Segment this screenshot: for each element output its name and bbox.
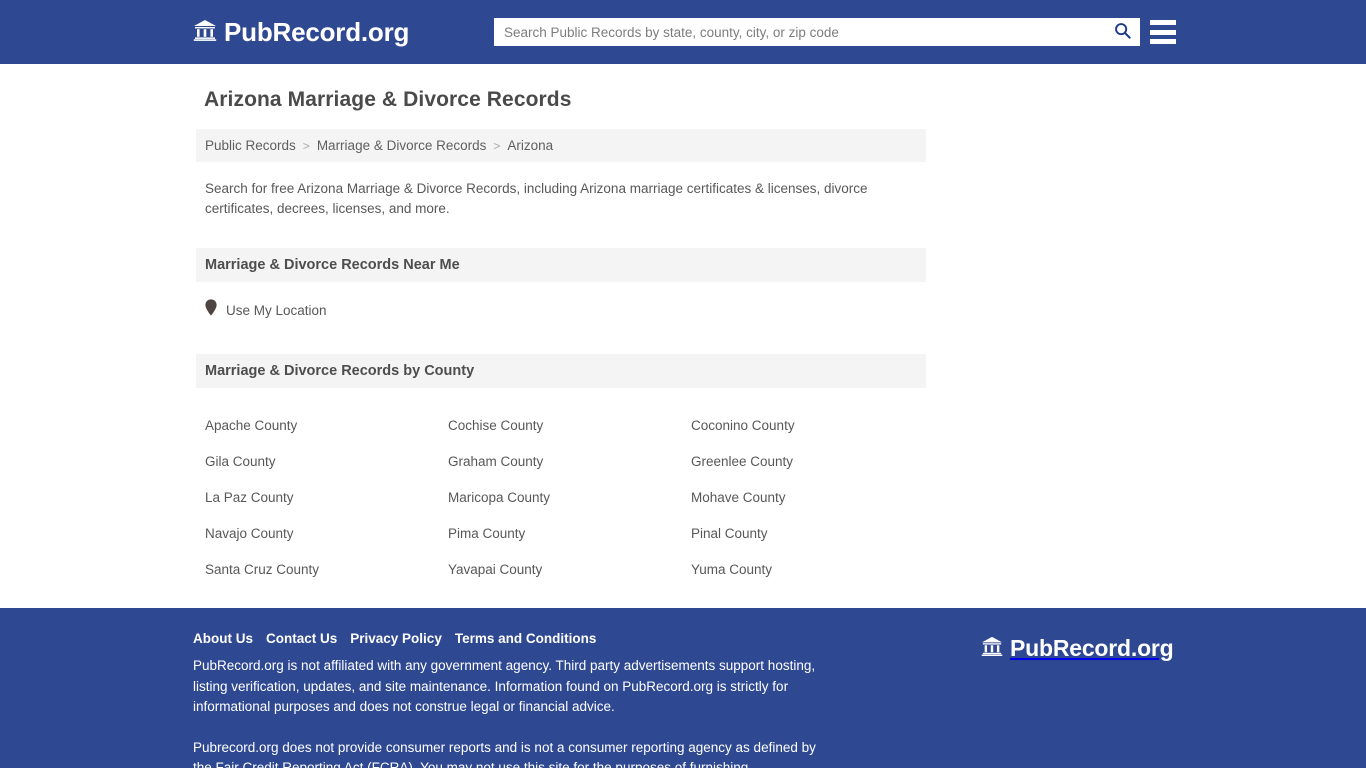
page-title: Arizona Marriage & Divorce Records bbox=[204, 88, 572, 111]
breadcrumb-item-marriage-divorce-records[interactable]: Marriage & Divorce Records bbox=[317, 138, 487, 153]
site-logo[interactable]: PubRecord.org bbox=[193, 18, 409, 47]
footer-link-about-us[interactable]: About Us bbox=[193, 631, 253, 646]
footer-links: About Us Contact Us Privacy Policy Terms… bbox=[193, 631, 843, 646]
breadcrumb-separator: > bbox=[493, 138, 501, 153]
breadcrumb: Public Records > Marriage & Divorce Reco… bbox=[196, 129, 926, 162]
county-link-coconino[interactable]: Coconino County bbox=[691, 408, 934, 444]
footer-content: About Us Contact Us Privacy Policy Terms… bbox=[193, 608, 843, 768]
site-logo-text: PubRecord.org bbox=[224, 17, 410, 47]
menu-bar-3 bbox=[1150, 39, 1176, 44]
county-link-pima[interactable]: Pima County bbox=[448, 516, 691, 552]
search-bar bbox=[494, 18, 1140, 46]
county-link-graham[interactable]: Graham County bbox=[448, 444, 691, 480]
map-pin-icon bbox=[205, 299, 217, 321]
county-link-greenlee[interactable]: Greenlee County bbox=[691, 444, 934, 480]
by-county-heading: Marriage & Divorce Records by County bbox=[205, 363, 475, 379]
by-county-panel: Marriage & Divorce Records by County Apa… bbox=[196, 354, 926, 588]
near-me-panel-header: Marriage & Divorce Records Near Me bbox=[196, 248, 926, 282]
use-my-location-label: Use My Location bbox=[226, 302, 327, 318]
breadcrumb-item-arizona[interactable]: Arizona bbox=[507, 138, 553, 153]
county-link-pinal[interactable]: Pinal County bbox=[691, 516, 934, 552]
county-link-apache[interactable]: Apache County bbox=[205, 408, 448, 444]
county-link-cochise[interactable]: Cochise County bbox=[448, 408, 691, 444]
bank-building-icon bbox=[193, 18, 217, 47]
county-link-yuma[interactable]: Yuma County bbox=[691, 552, 934, 588]
bank-building-icon bbox=[981, 635, 1003, 662]
menu-bar-2 bbox=[1150, 29, 1176, 35]
county-link-mohave[interactable]: Mohave County bbox=[691, 480, 934, 516]
breadcrumb-item-public-records[interactable]: Public Records bbox=[205, 138, 296, 153]
near-me-heading: Marriage & Divorce Records Near Me bbox=[205, 257, 460, 273]
footer-link-terms-and-conditions[interactable]: Terms and Conditions bbox=[455, 631, 597, 646]
page-intro-text: Search for free Arizona Marriage & Divor… bbox=[205, 181, 868, 216]
by-county-panel-header: Marriage & Divorce Records by County bbox=[196, 354, 926, 388]
hamburger-menu-icon[interactable] bbox=[1150, 20, 1176, 44]
county-list: Apache County Cochise County Coconino Co… bbox=[196, 388, 926, 588]
county-link-gila[interactable]: Gila County bbox=[205, 444, 448, 480]
county-link-maricopa[interactable]: Maricopa County bbox=[448, 480, 691, 516]
county-link-yavapai[interactable]: Yavapai County bbox=[448, 552, 691, 588]
site-header: PubRecord.org bbox=[0, 0, 1366, 64]
footer-link-privacy-policy[interactable]: Privacy Policy bbox=[350, 631, 442, 646]
footer-disclaimer-primary: PubRecord.org is not affiliated with any… bbox=[193, 658, 816, 714]
county-link-la-paz[interactable]: La Paz County bbox=[205, 480, 448, 516]
footer-link-contact-us[interactable]: Contact Us bbox=[266, 631, 337, 646]
near-me-panel: Marriage & Divorce Records Near Me Use M… bbox=[196, 248, 926, 325]
near-me-panel-body: Use My Location bbox=[196, 282, 926, 325]
search-button[interactable] bbox=[1105, 19, 1139, 45]
main-content: Arizona Marriage & Divorce Records Publi… bbox=[0, 64, 1366, 608]
breadcrumb-separator: > bbox=[302, 138, 310, 153]
county-link-santa-cruz[interactable]: Santa Cruz County bbox=[205, 552, 448, 588]
site-footer: About Us Contact Us Privacy Policy Terms… bbox=[0, 608, 1366, 768]
use-my-location-link[interactable]: Use My Location bbox=[205, 295, 917, 325]
footer-disclaimer-fcra: Pubrecord.org does not provide consumer … bbox=[193, 739, 816, 768]
search-input[interactable] bbox=[495, 19, 1105, 45]
search-icon bbox=[1114, 22, 1131, 42]
county-link-navajo[interactable]: Navajo County bbox=[205, 516, 448, 552]
footer-logo-text: PubRecord.org bbox=[1010, 635, 1174, 661]
footer-logo[interactable]: PubRecord.org bbox=[981, 635, 1174, 662]
menu-bar-1 bbox=[1150, 20, 1176, 25]
